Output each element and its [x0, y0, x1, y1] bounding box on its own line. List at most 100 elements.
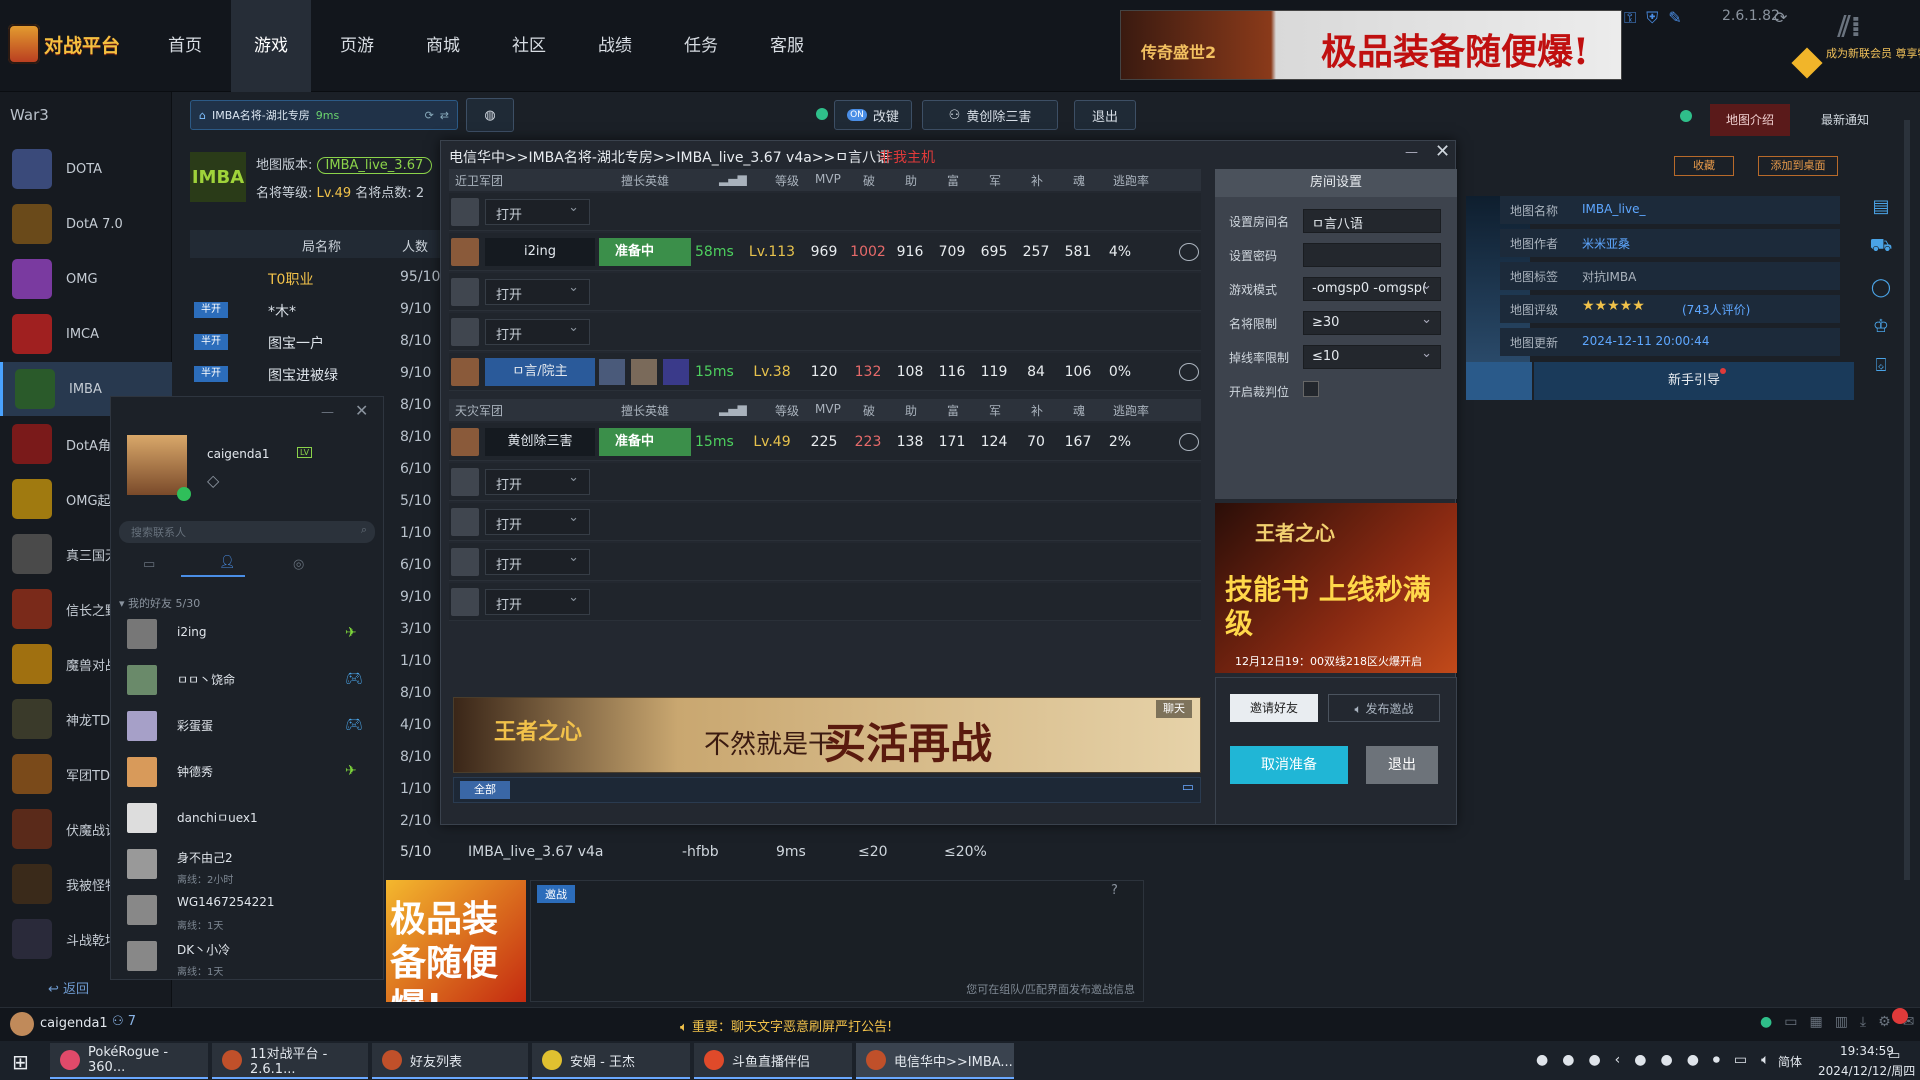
shirt-icon[interactable]: ⛨ — [1646, 8, 1658, 28]
notice[interactable]: 🔈︎ 重要：聊天文字恶意刷屏严打公告! — [680, 1016, 892, 1035]
friend-item[interactable]: i2ing ✈ — [127, 615, 367, 659]
favorite-button[interactable]: 收藏 — [1674, 156, 1734, 176]
network-icon[interactable]: ▭ — [1734, 1052, 1747, 1068]
tab-map-intro[interactable]: 地图介绍 — [1710, 104, 1790, 136]
invite-friend-button[interactable]: 邀请好友 — [1230, 694, 1318, 722]
pin-icon[interactable]: ✎ — [1668, 8, 1681, 28]
taskbar-item[interactable]: 电信华中>>IMBA... — [856, 1043, 1014, 1079]
page-scrollbar[interactable] — [1904, 120, 1910, 880]
open-slot[interactable]: 打开 — [449, 583, 1201, 621]
game-item[interactable]: OMG — [0, 252, 172, 306]
broadcast-button[interactable]: 🔈︎ 发布邀战 — [1328, 694, 1440, 722]
tray-arrow-icon[interactable]: ‹ — [1615, 1052, 1621, 1068]
side-ad[interactable]: 王者之心 技能书 上线秒满级 12月12日19：00双线218区火爆开启 — [1215, 503, 1457, 673]
tray-app-icon[interactable]: ● — [1660, 1052, 1672, 1068]
minimize-icon[interactable]: — — [1405, 145, 1418, 160]
taskbar-item[interactable]: 安娟 - 王杰 — [532, 1043, 690, 1079]
chat-tab[interactable]: 聊天 — [1156, 700, 1192, 718]
slot-open-select[interactable]: 打开 — [485, 589, 590, 615]
open-slot[interactable]: 打开 — [449, 543, 1201, 581]
player-slot[interactable]: 黄创除三害 准备中 15ms Lv.49 225 223 138 171 124 70 167 2% — [449, 423, 1201, 461]
nav-support[interactable]: 客服 — [747, 0, 827, 92]
volume-icon[interactable]: 🔈︎ — [1761, 1052, 1769, 1068]
player-slot[interactable]: ㅁ言/院主 15ms Lv.38 120 132 108 116 119 84 106 0% — [449, 353, 1201, 391]
add-desktop-button[interactable]: 添加到桌面 — [1758, 156, 1838, 176]
top-exit-button[interactable]: 退出 — [1074, 100, 1136, 130]
room-list-last-row[interactable]: 5/10 IMBA_live_3.67 v4a -hfbb 9ms ≤20 ≤20% — [392, 844, 1152, 874]
tray-app-icon[interactable]: ● — [1588, 1052, 1600, 1068]
level-limit-select[interactable]: ≥30 — [1303, 311, 1441, 335]
ime-language[interactable]: 简体 — [1778, 1053, 1802, 1070]
status-avatar[interactable] — [10, 1012, 34, 1036]
password-input[interactable] — [1303, 243, 1441, 267]
gamepad-icon[interactable]: 🎮︎ — [345, 671, 363, 687]
rename-key-button[interactable]: ON 改键 — [834, 100, 912, 130]
friend-item[interactable]: WG1467254221 离线：1天 — [127, 891, 367, 935]
nav-community[interactable]: 社区 — [489, 0, 569, 92]
friend-item[interactable]: DK丶小冷 离线：1天 — [127, 937, 367, 981]
close-icon[interactable]: ✕ — [355, 401, 368, 420]
app-logo[interactable]: 对战平台 — [8, 22, 133, 66]
cart-icon[interactable]: ⛟ — [1870, 235, 1893, 259]
slot-open-select[interactable]: 打开 — [485, 549, 590, 575]
nav-tasks[interactable]: 任务 — [661, 0, 741, 92]
monitor-icon[interactable]: ▭ — [1784, 1014, 1797, 1030]
exit-room-button[interactable]: 退出 — [1366, 746, 1438, 784]
slot-open-select[interactable]: 打开 — [485, 279, 590, 305]
slot-open-select[interactable]: 打开 — [485, 469, 590, 495]
download-icon[interactable]: ⤓ — [1860, 1014, 1866, 1030]
toggle-switch[interactable]: ON — [847, 109, 867, 121]
open-slot[interactable]: 打开 — [449, 313, 1201, 351]
doc-icon[interactable]: ▤ — [1872, 196, 1889, 217]
group-tab-icon[interactable]: ◎ — [293, 557, 304, 572]
player-slot[interactable]: i2ing 准备中 58ms Lv.113 969 1002 916 709 695 257 581… — [449, 233, 1201, 271]
game-item[interactable]: IMCA — [0, 307, 172, 361]
open-slot[interactable]: 打开 — [449, 273, 1201, 311]
slot-open-select[interactable]: 打开 — [485, 319, 590, 345]
back-link[interactable]: ↩ 返回 — [48, 978, 89, 997]
notification-icon[interactable]: ▭ — [1888, 1048, 1912, 1072]
room-row[interactable]: T0职业 95/100 — [190, 262, 449, 294]
newbie-guide-button[interactable]: 新手引导 — [1534, 362, 1854, 400]
referee-checkbox[interactable] — [1303, 381, 1319, 397]
gamepad-icon[interactable]: 🎮︎ — [345, 717, 363, 733]
slot-open-select[interactable]: 打开 — [485, 199, 590, 225]
mode-select[interactable]: -omgsp0 -omgsp( — [1303, 277, 1441, 301]
status-user[interactable]: caigenda1 — [40, 1016, 108, 1031]
chat-bubble-icon[interactable] — [1179, 243, 1199, 261]
friend-search-input[interactable]: 搜索联系人 ⌕ — [119, 521, 375, 543]
cancel-ready-button[interactable]: 取消准备 — [1230, 746, 1348, 784]
friend-group[interactable]: ▾ 我的好友 5/30 — [119, 595, 200, 611]
chat-channel-select[interactable]: 全部 — [460, 781, 510, 799]
drop-limit-select[interactable]: ≤10 — [1303, 345, 1441, 369]
send-icon[interactable]: ✈ — [345, 625, 357, 641]
chat-ad-banner[interactable]: 王者之心 不然就是干 买活再战 聊天 — [453, 697, 1201, 773]
chat-send-icon[interactable]: ▭ — [1182, 780, 1194, 795]
map-detail-value[interactable]: 米米亚桑 — [1582, 235, 1630, 252]
friend-item[interactable]: 彩蛋蛋 🎮︎ — [127, 707, 367, 751]
room-row[interactable]: 半开 图宝一户 8/10 — [190, 326, 440, 358]
swap-icon[interactable]: ⇄ — [440, 109, 457, 122]
chat-tab-icon[interactable]: ▭ — [143, 557, 155, 572]
room-row[interactable]: 半开 图宝进被绿 9/10 — [190, 358, 440, 390]
game-item[interactable]: DotA 7.0 — [0, 197, 172, 251]
contacts-tab-icon[interactable]: 👤︎ — [219, 555, 236, 570]
taskbar-item[interactable]: 11对战平台 - 2.6.1... — [212, 1043, 368, 1079]
tray-app-icon[interactable]: ● — [1562, 1052, 1574, 1068]
taskbar-item[interactable]: PokéRogue - 360... — [50, 1043, 208, 1079]
friend-item[interactable]: ㅁㅁ丶饶命 🎮︎ — [127, 661, 367, 705]
chat-input-bar[interactable]: 全部 ▭ — [453, 777, 1201, 803]
current-room-bar[interactable]: ⌂ IMBA名将-湖北专房 9ms ⟳ ⇄ — [190, 100, 458, 130]
grid-icon[interactable]: ▦ — [1809, 1014, 1822, 1030]
gift-icon[interactable]: ⌺ — [1876, 355, 1887, 376]
windows-start-icon[interactable]: ⊞ — [12, 1050, 29, 1074]
avatar[interactable] — [127, 435, 187, 495]
nav-records[interactable]: 战绩 — [575, 0, 655, 92]
friend-item[interactable]: 钟德秀 ✈ — [127, 753, 367, 797]
help-icon[interactable]: ? — [1111, 883, 1118, 898]
close-icon[interactable]: ✕ — [1435, 141, 1450, 162]
open-slot[interactable]: 打开 — [449, 193, 1201, 231]
slot-open-select[interactable]: 打开 — [485, 509, 590, 535]
open-slot[interactable]: 打开 — [449, 503, 1201, 541]
tray-app-icon[interactable]: ● — [1536, 1052, 1548, 1068]
